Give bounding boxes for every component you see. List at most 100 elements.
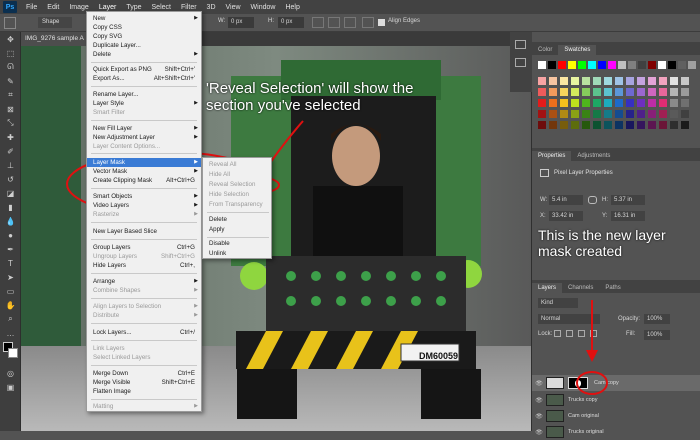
color-swatch[interactable] <box>681 88 689 96</box>
color-swatch[interactable] <box>578 61 586 69</box>
prop-width-field[interactable]: 5.4 in <box>549 195 583 205</box>
menu-item-smart-objects[interactable]: Smart Objects ▶ <box>87 192 201 201</box>
color-swatch[interactable] <box>670 88 678 96</box>
color-swatch[interactable] <box>582 88 590 96</box>
color-swatch[interactable] <box>593 99 601 107</box>
color-swatch[interactable] <box>604 99 612 107</box>
color-swatch[interactable] <box>582 110 590 118</box>
gear-icon[interactable] <box>362 17 374 28</box>
menu-3d[interactable]: 3D <box>202 4 221 11</box>
color-swatch[interactable] <box>626 77 634 85</box>
color-swatch[interactable] <box>659 99 667 107</box>
path-selection-tool-icon[interactable]: ➤ <box>0 270 21 284</box>
submenu-item-delete[interactable]: Delete <box>203 215 271 225</box>
tab-layers[interactable]: Layers <box>532 283 563 293</box>
color-swatch[interactable] <box>615 88 623 96</box>
color-swatch[interactable] <box>615 121 623 129</box>
layer-row-trucks-original[interactable]: 👁 Trucks original <box>532 424 700 440</box>
color-swatch[interactable] <box>670 121 678 129</box>
menu-item-flatten-image[interactable]: Flatten Image <box>87 387 201 396</box>
color-swatch[interactable] <box>688 61 696 69</box>
menu-image[interactable]: Image <box>64 4 93 11</box>
menu-item-hide-layers[interactable]: Hide Layers Ctrl+, <box>87 261 201 270</box>
menu-item-lock-layers[interactable]: Lock Layers... Ctrl+/ <box>87 328 201 337</box>
color-swatch[interactable] <box>681 121 689 129</box>
color-swatch[interactable] <box>549 77 557 85</box>
menu-view[interactable]: View <box>221 4 246 11</box>
color-swatch[interactable] <box>637 88 645 96</box>
tab-swatches[interactable]: Swatches <box>558 45 597 55</box>
menu-window[interactable]: Window <box>246 4 281 11</box>
clone-stamp-tool-icon[interactable]: ⊥ <box>0 158 21 172</box>
color-swatch[interactable] <box>637 99 645 107</box>
color-swatch[interactable] <box>615 110 623 118</box>
menu-item-video-layers[interactable]: Video Layers ▶ <box>87 201 201 210</box>
zoom-tool-icon[interactable]: ⌕ <box>0 312 21 326</box>
color-swatch[interactable] <box>604 121 612 129</box>
color-swatch[interactable] <box>593 121 601 129</box>
height-field[interactable]: 0 px <box>278 17 304 28</box>
shape-tool-icon[interactable] <box>4 17 16 29</box>
color-swatch[interactable] <box>670 77 678 85</box>
menu-help[interactable]: Help <box>280 4 304 11</box>
menu-item-combine-shapes[interactable]: Combine Shapes ▶ <box>87 286 201 295</box>
color-swatch[interactable] <box>637 77 645 85</box>
quick-select-tool-icon[interactable]: ✎ <box>0 74 21 88</box>
submenu-item-unlink[interactable]: Unlink <box>203 249 271 259</box>
color-swatch[interactable] <box>538 99 546 107</box>
color-swatch[interactable] <box>558 61 566 69</box>
eraser-tool-icon[interactable]: ◪ <box>0 186 21 200</box>
color-swatch[interactable] <box>648 99 656 107</box>
menu-item-distribute[interactable]: Distribute ▶ <box>87 311 201 320</box>
crop-tool-icon[interactable]: ⌗ <box>0 88 21 102</box>
tab-channels[interactable]: Channels <box>562 283 599 293</box>
screen-mode-icon[interactable]: ▣ <box>0 380 21 394</box>
prop-y-field[interactable]: 16.31 in <box>611 211 645 221</box>
color-swatch[interactable] <box>593 110 601 118</box>
menu-item-link-layers[interactable]: Link Layers <box>87 344 201 353</box>
history-brush-tool-icon[interactable]: ↺ <box>0 172 21 186</box>
tab-properties[interactable]: Properties <box>532 151 572 161</box>
menu-item-new-fill-layer[interactable]: New Fill Layer ▶ <box>87 124 201 133</box>
lasso-tool-icon[interactable]: ᘏ <box>0 60 21 74</box>
menu-item-rename-layer[interactable]: Rename Layer... <box>87 90 201 99</box>
menu-type[interactable]: Type <box>121 4 146 11</box>
color-swatch[interactable] <box>538 61 546 69</box>
color-swatch[interactable] <box>615 99 623 107</box>
color-swatch[interactable] <box>571 121 579 129</box>
rectangle-tool-icon[interactable]: ▭ <box>0 284 21 298</box>
color-swatch[interactable] <box>593 88 601 96</box>
layer-row-cam-copy[interactable]: 👁 Cam copy <box>532 375 700 391</box>
hand-tool-icon[interactable]: ✋ <box>0 298 21 312</box>
submenu-item-reveal-selection[interactable]: Reveal Selection <box>203 180 271 190</box>
color-swatch[interactable] <box>626 121 634 129</box>
color-swatch[interactable] <box>549 99 557 107</box>
color-swatch[interactable] <box>548 61 556 69</box>
color-swatch[interactable] <box>560 99 568 107</box>
color-swatch[interactable] <box>538 88 546 96</box>
color-swatch[interactable] <box>588 61 596 69</box>
visibility-eye-icon[interactable]: 👁 <box>532 429 546 436</box>
visibility-eye-icon[interactable]: 👁 <box>532 397 546 404</box>
menu-item-merge-visible[interactable]: Merge Visible Shift+Ctrl+E <box>87 378 201 387</box>
menu-item-rasterize[interactable]: Rasterize ▶ <box>87 210 201 219</box>
submenu-item-hide-all[interactable]: Hide All <box>203 170 271 180</box>
menu-item-matting[interactable]: Matting ▶ <box>87 402 201 411</box>
color-swatch[interactable] <box>678 61 686 69</box>
color-swatch[interactable] <box>571 88 579 96</box>
color-swatch[interactable] <box>648 88 656 96</box>
prop-x-field[interactable]: 33.42 in <box>549 211 583 221</box>
dodge-tool-icon[interactable]: ● <box>0 228 21 242</box>
color-swatch[interactable] <box>560 121 568 129</box>
color-swatch[interactable] <box>637 121 645 129</box>
gradient-tool-icon[interactable]: ▮ <box>0 200 21 214</box>
menu-item-copy-svg[interactable]: Copy SVG <box>87 32 201 41</box>
color-swatch[interactable] <box>604 88 612 96</box>
path-arrange-icon[interactable] <box>344 17 356 28</box>
color-swatch[interactable] <box>560 88 568 96</box>
layer-row-trucks-copy[interactable]: 👁 Trucks copy <box>532 392 700 408</box>
color-swatch[interactable] <box>560 77 568 85</box>
tab-color[interactable]: Color <box>532 45 558 55</box>
menu-item-layer-mask[interactable]: Layer Mask ▶ <box>87 158 201 167</box>
color-swatch[interactable] <box>571 99 579 107</box>
